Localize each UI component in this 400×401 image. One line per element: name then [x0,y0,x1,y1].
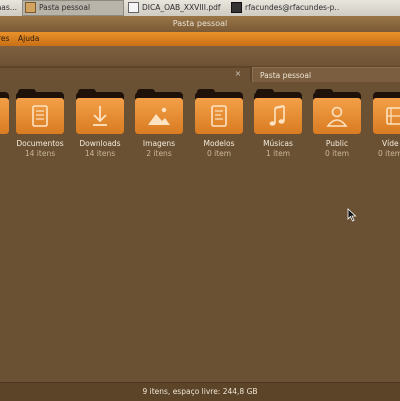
window-title: Pasta pessoal [172,19,228,28]
tab-close-icon[interactable]: × [233,68,243,80]
folder-count: 1 item [265,149,291,158]
folder-modelos[interactable]: Modelos 0 item [190,89,248,172]
folder-downloads[interactable]: Downloads 14 itens [71,89,129,172]
folder-count: 14 itens [84,149,116,158]
status-text: 9 itens, espaço livre: 244,8 GB [142,387,258,396]
tab-inactive[interactable] [0,68,250,82]
toolbar [0,46,400,67]
task-label-app: mas... [0,3,17,12]
task-item-home-folder[interactable]: Pasta pessoal [22,0,124,16]
document-icon [128,2,139,13]
folder-name: Víde [382,139,399,148]
status-bar: 9 itens, espaço livre: 244,8 GB [0,382,400,401]
folder-name: Modelos [203,139,235,148]
folder-icon [16,89,64,134]
task-label-pdf: DICA_OAB_XXVIII.pdf [142,3,221,12]
file-view[interactable]: Documentos 14 itens Downloads 14 itens I… [0,82,400,382]
folder-count: 0 item [324,149,350,158]
menu-item-ferramentas[interactable]: res [0,32,9,46]
task-item-terminal[interactable]: rfacundes@rfacundes-p... [229,1,339,15]
music-icon [269,104,285,126]
folder-icon [313,89,361,134]
menu-item-ajuda[interactable]: Ajuda [18,32,39,46]
mouse-cursor-icon [347,208,357,222]
task-item-pdf[interactable]: DICA_OAB_XXVIII.pdf [126,1,226,15]
image-icon [148,107,170,125]
folder-count: 0 item [206,149,232,158]
folder-icon [195,89,243,134]
folder-count: 14 itens [24,149,56,158]
folder-name: Downloads [79,139,121,148]
folder-name: Documentos [16,139,64,148]
folder-icon [135,89,183,134]
folder-documentos[interactable]: Documentos 14 itens [11,89,69,172]
document-icon [32,105,48,127]
folder-name: Public [325,139,349,148]
folder-count: 2 itens [146,149,172,158]
task-item-app[interactable]: mas... [0,1,20,15]
download-icon [93,106,107,126]
folder-icon [373,92,400,134]
folder-icon [76,89,124,134]
menu-bar: res Ajuda [0,32,400,46]
template-icon [211,105,227,127]
folder-name: Imagens [142,139,176,148]
tab-home-folder[interactable]: Pasta pessoal [252,67,400,83]
folder-name: Músicas [263,139,293,148]
taskbar: mas... Pasta pessoal DICA_OAB_XXVIII.pdf… [0,0,400,17]
window-titlebar[interactable]: Pasta pessoal [0,16,400,32]
folder-videos[interactable]: Víde 0 item [368,92,400,172]
tab-bar: × Pasta pessoal [0,66,400,83]
folder-icon [254,89,302,134]
video-icon [386,107,400,125]
folder-imagens[interactable]: Imagens 2 itens [130,89,188,172]
folder-count: 0 item [378,149,400,158]
folder-icon [25,2,36,13]
tab-label: Pasta pessoal [260,71,312,80]
person-icon [326,106,348,127]
terminal-icon [231,2,242,13]
task-label-home-folder: Pasta pessoal [39,3,91,12]
task-label-terminal: rfacundes@rfacundes-p... [245,3,339,12]
folder-musicas[interactable]: Músicas 1 item [249,89,307,172]
folder-public[interactable]: Public 0 item [308,89,366,172]
